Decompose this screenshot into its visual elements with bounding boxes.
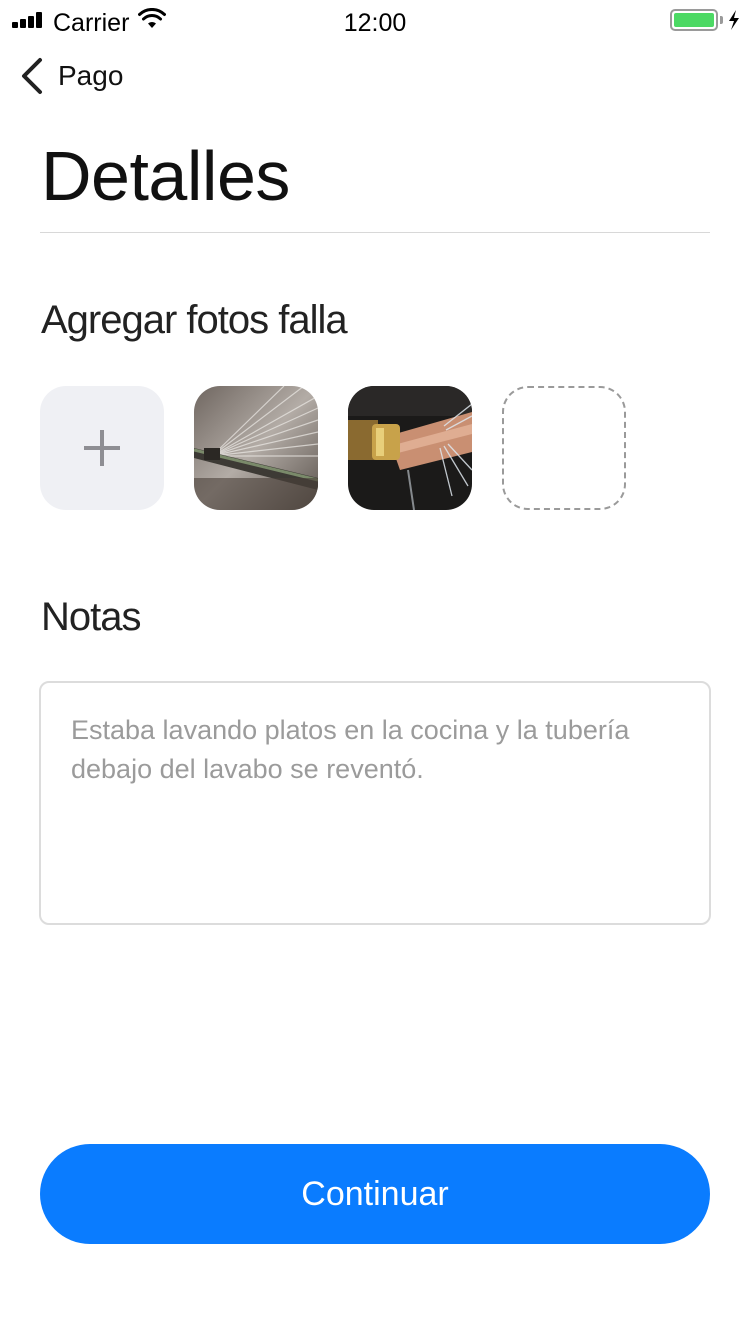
notes-section-title: Notas xyxy=(41,595,141,639)
photos-section-title: Agregar fotos falla xyxy=(41,298,348,342)
photo-thumbnail-2[interactable] xyxy=(348,386,472,510)
battery-tip xyxy=(720,16,723,24)
notes-textarea[interactable]: Estaba lavando platos en la cocina y la … xyxy=(39,681,711,925)
battery-icon xyxy=(670,9,718,31)
back-button[interactable]: Pago xyxy=(18,54,123,98)
continue-button[interactable]: Continuar xyxy=(40,1144,710,1244)
notes-placeholder: Estaba lavando platos en la cocina y la … xyxy=(71,715,630,784)
status-bar: Carrier 12:00 xyxy=(0,0,750,44)
water-spray-photo xyxy=(194,386,318,510)
photo-thumbnail-1[interactable] xyxy=(194,386,318,510)
status-time: 12:00 xyxy=(343,9,407,37)
charging-bolt-icon xyxy=(729,10,739,30)
page-title: Detalles xyxy=(41,137,290,215)
back-label: Pago xyxy=(58,60,124,91)
empty-photo-slot[interactable] xyxy=(502,386,626,510)
chevron-left-icon xyxy=(22,58,42,94)
title-divider xyxy=(40,232,710,233)
add-photo-button[interactable] xyxy=(40,386,164,510)
burst-pipe-photo xyxy=(348,386,472,510)
